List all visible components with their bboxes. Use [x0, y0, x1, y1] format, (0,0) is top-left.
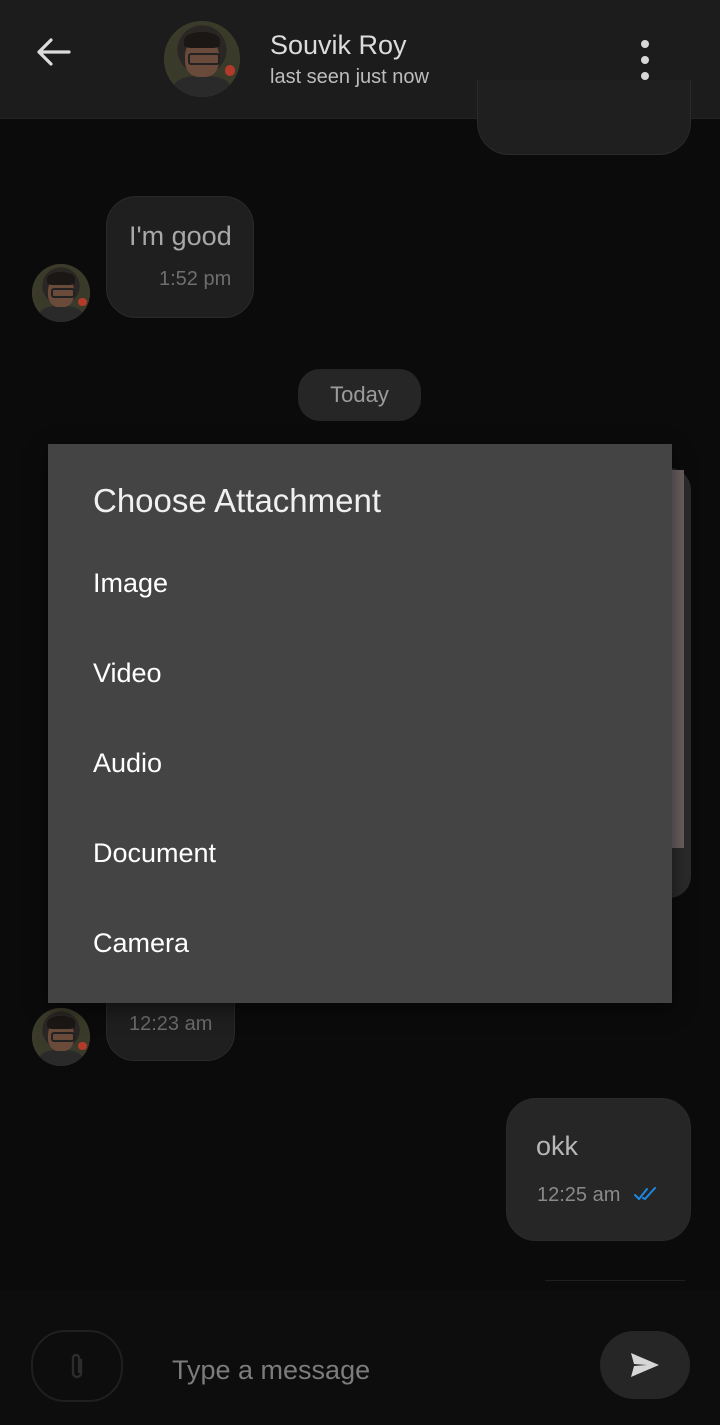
- message-time: 1:52 pm: [159, 268, 232, 290]
- message-text: okk: [536, 1131, 579, 1161]
- more-options-button[interactable]: [628, 40, 662, 80]
- media-thumbnail-edge: [672, 470, 684, 848]
- arrow-left-icon: [37, 38, 71, 66]
- received-message[interactable]: I'm good 1:52 pm: [106, 196, 254, 318]
- sent-message[interactable]: okk 12:25 am: [506, 1098, 691, 1241]
- dialog-title: Choose Attachment: [93, 482, 382, 519]
- last-seen-status: last seen just now: [270, 66, 429, 88]
- message-time: 12:23 am: [129, 1013, 213, 1035]
- choose-attachment-dialog: Choose Attachment Image Video Audio Docu…: [48, 444, 672, 1003]
- send-icon: [631, 1353, 659, 1377]
- attachment-option-document[interactable]: Document: [93, 838, 216, 869]
- attachment-option-audio[interactable]: Audio: [93, 748, 162, 779]
- date-chip: Today: [298, 369, 421, 421]
- message-text: I'm good: [129, 221, 232, 251]
- back-button[interactable]: [28, 32, 78, 72]
- double-check-icon: [634, 1187, 656, 1200]
- paperclip-icon: [71, 1353, 83, 1379]
- divider: [545, 1280, 685, 1281]
- more-vertical-icon: [641, 40, 649, 48]
- attach-button[interactable]: [31, 1330, 123, 1402]
- contact-avatar[interactable]: [164, 21, 240, 97]
- message-time: 12:25 am: [537, 1184, 621, 1206]
- sender-avatar[interactable]: [32, 1008, 90, 1066]
- sender-avatar[interactable]: [32, 264, 90, 322]
- attachment-option-video[interactable]: Video: [93, 658, 162, 689]
- message-bubble-partial[interactable]: [477, 80, 691, 155]
- attachment-option-image[interactable]: Image: [93, 568, 168, 599]
- attachment-option-camera[interactable]: Camera: [93, 928, 189, 959]
- received-message[interactable]: 12:23 am: [106, 1000, 235, 1061]
- send-button[interactable]: [600, 1331, 690, 1399]
- contact-name[interactable]: Souvik Roy: [270, 30, 407, 61]
- message-input[interactable]: [150, 1340, 614, 1400]
